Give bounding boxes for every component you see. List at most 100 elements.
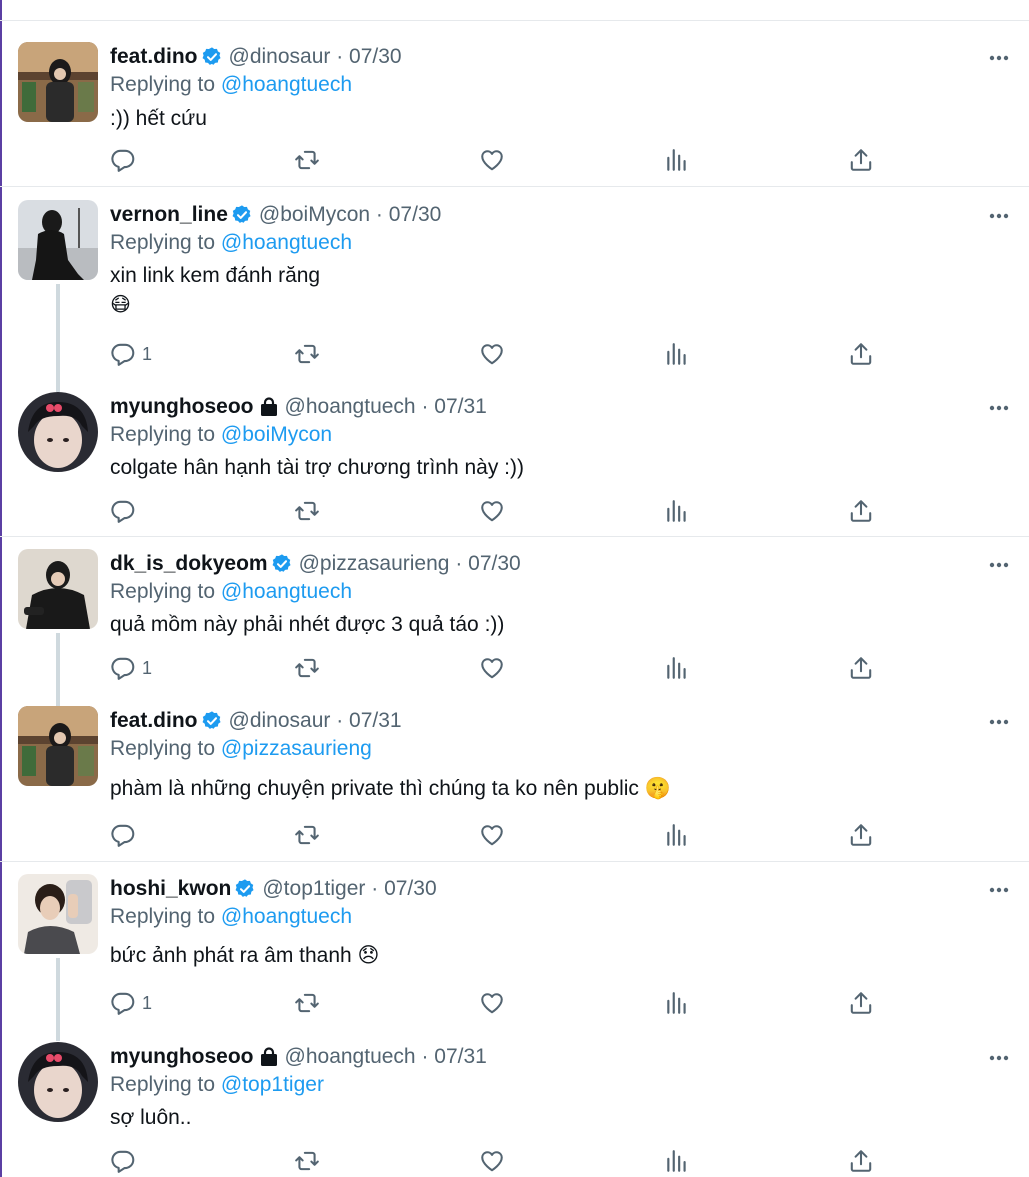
reply-button[interactable] bbox=[110, 820, 142, 850]
replying-to-link[interactable]: @pizzasaurieng bbox=[221, 737, 372, 760]
share-button[interactable] bbox=[848, 496, 874, 526]
tweet[interactable]: vernon_line @boiMycon · 07/30 Replying t… bbox=[0, 200, 1029, 392]
share-button[interactable] bbox=[848, 820, 874, 850]
retweet-button[interactable] bbox=[294, 339, 320, 369]
action-bar bbox=[110, 145, 890, 175]
replying-to-link[interactable]: @hoangtuech bbox=[221, 580, 352, 603]
retweet-button[interactable] bbox=[294, 145, 320, 175]
thread-line bbox=[56, 633, 60, 706]
replying-to-link[interactable]: @boiMycon bbox=[221, 423, 332, 446]
avatar[interactable] bbox=[18, 1042, 98, 1122]
reply-button[interactable]: 1 bbox=[110, 988, 152, 1018]
more-dots-icon[interactable] bbox=[987, 710, 1011, 734]
like-button[interactable] bbox=[479, 339, 505, 369]
handle[interactable]: @dinosaur · 07/30 bbox=[229, 44, 402, 70]
timestamp[interactable]: 07/31 bbox=[434, 1045, 487, 1068]
timestamp[interactable]: 07/30 bbox=[384, 877, 437, 900]
retweet-button[interactable] bbox=[294, 496, 320, 526]
analytics-button[interactable] bbox=[664, 145, 690, 175]
display-name[interactable]: vernon_line bbox=[110, 202, 228, 228]
reply-icon bbox=[110, 1148, 136, 1174]
heart-icon bbox=[479, 655, 505, 681]
like-button[interactable] bbox=[479, 145, 505, 175]
replying-to-link[interactable]: @hoangtuech bbox=[221, 73, 352, 96]
handle[interactable]: @dinosaur · 07/31 bbox=[229, 708, 402, 734]
lock-icon bbox=[259, 397, 279, 417]
replying-to-link[interactable]: @hoangtuech bbox=[221, 231, 352, 254]
retweet-button[interactable] bbox=[294, 1146, 320, 1176]
reply-button[interactable]: 1 bbox=[110, 653, 152, 683]
replying-to: Replying to @hoangtuech bbox=[110, 580, 352, 603]
share-button[interactable] bbox=[848, 339, 874, 369]
more-dots-icon[interactable] bbox=[987, 396, 1011, 420]
more-dots-icon[interactable] bbox=[987, 878, 1011, 902]
share-icon bbox=[848, 655, 874, 681]
display-name[interactable]: myunghoseoo bbox=[110, 394, 254, 420]
tweet[interactable]: myunghoseoo @hoangtuech · 07/31 Replying… bbox=[0, 1042, 1029, 1177]
like-button[interactable] bbox=[479, 496, 505, 526]
display-name[interactable]: dk_is_dokyeom bbox=[110, 551, 268, 577]
share-button[interactable] bbox=[848, 145, 874, 175]
retweet-button[interactable] bbox=[294, 820, 320, 850]
reply-icon bbox=[110, 655, 136, 681]
timestamp[interactable]: 07/30 bbox=[468, 552, 521, 575]
more-dots-icon[interactable] bbox=[987, 204, 1011, 228]
share-button[interactable] bbox=[848, 988, 874, 1018]
share-icon bbox=[848, 990, 874, 1016]
display-name[interactable]: feat.dino bbox=[110, 44, 198, 70]
handle[interactable]: @top1tiger · 07/30 bbox=[262, 876, 436, 902]
tweet[interactable]: hoshi_kwon @top1tiger · 07/30 Replying t… bbox=[0, 874, 1029, 1041]
analytics-button[interactable] bbox=[664, 653, 690, 683]
heart-icon bbox=[479, 822, 505, 848]
share-icon bbox=[848, 1148, 874, 1174]
display-name[interactable]: myunghoseoo bbox=[110, 1044, 254, 1070]
analytics-button[interactable] bbox=[664, 820, 690, 850]
avatar[interactable] bbox=[18, 392, 98, 472]
reply-button[interactable]: 1 bbox=[110, 339, 152, 369]
like-button[interactable] bbox=[479, 653, 505, 683]
divider bbox=[0, 20, 1029, 21]
verified-badge-icon bbox=[231, 204, 253, 226]
share-button[interactable] bbox=[848, 1146, 874, 1176]
tweet[interactable]: feat.dino @dinosaur · 07/30 Replying to … bbox=[0, 42, 1029, 187]
avatar[interactable] bbox=[18, 706, 98, 786]
more-dots-icon[interactable] bbox=[987, 1046, 1011, 1070]
handle[interactable]: @pizzasaurieng · 07/30 bbox=[299, 551, 521, 577]
reply-button[interactable] bbox=[110, 496, 142, 526]
timestamp[interactable]: 07/31 bbox=[349, 709, 402, 732]
avatar[interactable] bbox=[18, 874, 98, 954]
tweet[interactable]: dk_is_dokyeom @pizzasaurieng · 07/30 Rep… bbox=[0, 549, 1029, 706]
avatar[interactable] bbox=[18, 42, 98, 122]
handle[interactable]: @boiMycon · 07/30 bbox=[259, 202, 441, 228]
replying-to: Replying to @boiMycon bbox=[110, 423, 333, 446]
more-dots-icon[interactable] bbox=[987, 46, 1011, 70]
reply-button[interactable] bbox=[110, 1146, 142, 1176]
replying-to-link[interactable]: @top1tiger bbox=[221, 1073, 324, 1096]
timestamp[interactable]: 07/30 bbox=[349, 45, 402, 68]
like-button[interactable] bbox=[479, 988, 505, 1018]
handle[interactable]: @hoangtuech · 07/31 bbox=[285, 394, 487, 420]
share-button[interactable] bbox=[848, 653, 874, 683]
display-name[interactable]: feat.dino bbox=[110, 708, 198, 734]
analytics-button[interactable] bbox=[664, 988, 690, 1018]
timestamp[interactable]: 07/31 bbox=[434, 395, 487, 418]
like-button[interactable] bbox=[479, 820, 505, 850]
more-dots-icon[interactable] bbox=[987, 553, 1011, 577]
retweet-icon bbox=[294, 1148, 320, 1174]
avatar[interactable] bbox=[18, 549, 98, 629]
display-name[interactable]: hoshi_kwon bbox=[110, 876, 231, 902]
like-button[interactable] bbox=[479, 1146, 505, 1176]
timestamp[interactable]: 07/30 bbox=[389, 203, 442, 226]
reply-button[interactable] bbox=[110, 145, 142, 175]
tweet[interactable]: myunghoseoo @hoangtuech · 07/31 Replying… bbox=[0, 392, 1029, 537]
analytics-button[interactable] bbox=[664, 1146, 690, 1176]
tweet[interactable]: feat.dino @dinosaur · 07/31 Replying to … bbox=[0, 706, 1029, 862]
retweet-button[interactable] bbox=[294, 988, 320, 1018]
retweet-button[interactable] bbox=[294, 653, 320, 683]
share-icon bbox=[848, 498, 874, 524]
replying-to-link[interactable]: @hoangtuech bbox=[221, 905, 352, 928]
analytics-button[interactable] bbox=[664, 496, 690, 526]
handle[interactable]: @hoangtuech · 07/31 bbox=[285, 1044, 487, 1070]
avatar[interactable] bbox=[18, 200, 98, 280]
analytics-button[interactable] bbox=[664, 339, 690, 369]
